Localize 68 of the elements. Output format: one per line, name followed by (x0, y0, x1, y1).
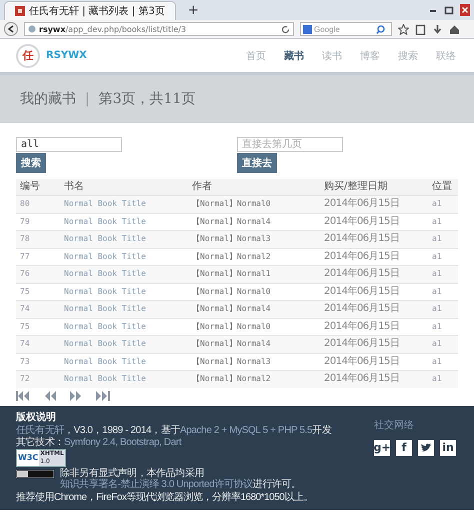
footer-heading: 版权说明 (16, 412, 56, 424)
table-cell: a1 (428, 300, 458, 318)
table-cell: a1 (428, 266, 458, 283)
browser-tab[interactable]: 任氏有无轩 | 藏书列表 | 第3页 (4, 1, 176, 20)
table-cell: 【Normal】Normal2 (188, 370, 320, 388)
table-cell: 【Normal】Normal3 (188, 230, 320, 248)
google-link[interactable]: g+ (374, 440, 390, 456)
column-header: 位置 (428, 179, 458, 196)
table-cell: 2014年06月15日 (320, 230, 428, 248)
page-title: 我的藏书 (20, 90, 76, 108)
book-title-link[interactable]: Normal Book Title (60, 196, 188, 213)
page-number-field[interactable]: 直接去第几页 (237, 137, 343, 152)
table-cell: 【Normal】Normal4 (188, 300, 320, 318)
column-header: 作者 (188, 179, 320, 196)
footer-link[interactable]: Symfony 2.4, Bootstrap, Dart (64, 436, 182, 448)
table-cell: 80 (16, 196, 60, 213)
book-title-link[interactable]: Normal Book Title (60, 266, 188, 283)
book-title-link[interactable]: Normal Book Title (60, 300, 188, 318)
book-title-link[interactable]: Normal Book Title (60, 230, 188, 248)
footer-text: 任氏有无轩，V3.0，1989 - 2014，基于Apache 2 + MySQL 5 + PHP 5.5开发 (16, 424, 332, 436)
column-header: 书名 (60, 179, 188, 196)
footer-note: 推荐使用Chrome，FireFox等现代浏览器浏览，分辨率1680*1050以上。 (16, 492, 313, 502)
table-cell: 【Normal】Normal4 (188, 336, 320, 353)
table-cell: 2014年06月15日 (320, 336, 428, 353)
book-title-link[interactable]: Normal Book Title (60, 370, 188, 388)
table-cell: 2014年06月15日 (320, 300, 428, 318)
table-cell: 74 (16, 336, 60, 353)
table-cell: 72 (16, 370, 60, 388)
url-text: rsywx/app_dev.php/books/list/title/3 (39, 24, 186, 34)
table-cell: 【Normal】Normal1 (188, 266, 320, 283)
column-header: 编号 (16, 179, 60, 196)
facebook-link[interactable]: f (396, 440, 412, 456)
footer-text: 其它技术：Symfony 2.4, Bootstrap, Dart (16, 436, 182, 448)
table-cell: 2014年06月15日 (320, 266, 428, 283)
address-bar[interactable]: rsywx/app_dev.php/books/list/title/3 (24, 22, 294, 36)
footer-link[interactable]: Apache 2 + MySQL 5 + PHP 5.5 (180, 424, 312, 436)
footer-link[interactable]: 任氏有无轩 (16, 424, 64, 436)
table-cell: 【Normal】Normal0 (188, 196, 320, 213)
nav-link[interactable]: 首页 (240, 48, 272, 62)
nav-link[interactable]: 藏书 (278, 48, 310, 62)
nav-link[interactable]: 搜索 (392, 48, 424, 62)
new-tab-button[interactable]: + (182, 2, 205, 18)
search-field[interactable]: all (16, 137, 122, 152)
table-cell: a1 (428, 196, 458, 213)
logo-badge[interactable]: 任 (16, 44, 40, 68)
table-cell: 2014年06月15日 (320, 196, 428, 213)
table-cell: 74 (16, 300, 60, 318)
brand-name[interactable]: RSYWX (46, 50, 87, 61)
table-cell: 78 (16, 230, 60, 248)
book-title-link[interactable]: Normal Book Title (60, 336, 188, 353)
column-header: 购买/整理日期 (320, 179, 428, 196)
footer-heading: 社交网络 (374, 418, 415, 432)
footer-text: 除非另有显式声明，本作品均采用 知识共享署名-禁止演绎 3.0 Unported许可协议进行许可。 (60, 468, 302, 490)
nav-link[interactable]: 读书 (316, 48, 348, 62)
table-cell: a1 (428, 336, 458, 353)
linkedin-link[interactable]: in (440, 440, 456, 456)
table-cell: 76 (16, 266, 60, 283)
page-count: 第3页，共11页 (98, 90, 196, 108)
title-separator: | (84, 91, 91, 107)
go-button[interactable]: 直接去 (237, 153, 277, 173)
search-button[interactable]: 搜索 (16, 153, 46, 173)
table-cell: a1 (428, 230, 458, 248)
table-cell: a1 (428, 370, 458, 388)
footer-link[interactable]: 知识共享署名-禁止演绎 3.0 Unported许可协议 (60, 478, 253, 490)
nav-link[interactable]: 联络 (430, 48, 462, 62)
table-cell: 2014年06月15日 (320, 370, 428, 388)
search-field[interactable]: Google (300, 22, 392, 36)
nav-link[interactable]: 博客 (354, 48, 386, 62)
